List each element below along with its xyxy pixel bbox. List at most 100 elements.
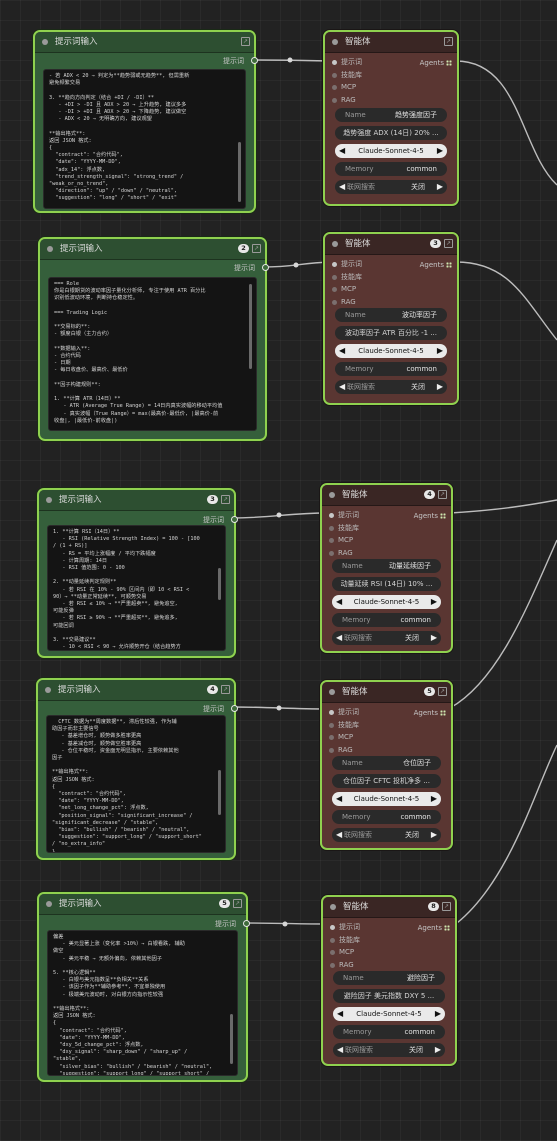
collapse-dot[interactable] xyxy=(332,39,338,45)
scrollbar[interactable] xyxy=(230,1014,233,1064)
agent-node-2[interactable]: 智能体 3 ↗ 提示词 技能库 MCP RAG Agents Name 波动率因子 波… xyxy=(323,232,459,405)
node-header[interactable]: 智能体 5 ↗ xyxy=(322,682,451,703)
input-rag[interactable]: RAG xyxy=(331,296,362,309)
collapse-dot[interactable] xyxy=(330,904,336,910)
agent-node-5[interactable]: 智能体 8 ↗ 提示词 技能库 MCP RAG Agents Name 避险因子 避险… xyxy=(321,895,457,1066)
input-port[interactable] xyxy=(332,72,337,78)
arrow-left-icon[interactable]: ◀ xyxy=(336,631,342,645)
arrow-left-icon[interactable]: ◀ xyxy=(339,344,345,358)
input-port[interactable] xyxy=(330,962,335,968)
web-search-toggle[interactable]: ◀ 联网搜索 关闭 ▶ xyxy=(333,1043,445,1057)
node-header[interactable]: 智能体 ↗ xyxy=(325,32,457,53)
input-prompt[interactable]: 提示词 xyxy=(331,56,362,69)
description-field[interactable]: 趋势强度 ADX (14日) 20% ... xyxy=(335,126,447,140)
collapse-dot[interactable] xyxy=(329,689,335,695)
memory-field[interactable]: Memory common xyxy=(333,1025,445,1039)
grid-port-icon[interactable] xyxy=(440,513,446,519)
agents-output[interactable]: Agents xyxy=(414,512,446,520)
input-port[interactable] xyxy=(329,722,334,728)
node-header[interactable]: 提示词输入 ↗ xyxy=(35,32,254,53)
output-port[interactable] xyxy=(231,516,238,523)
input-mcp[interactable]: MCP xyxy=(328,534,359,547)
input-prompt[interactable]: 提示词 xyxy=(328,706,359,719)
input-skills[interactable]: 技能库 xyxy=(328,719,359,732)
web-search-toggle[interactable]: ◀ 联网搜索 关闭 ▶ xyxy=(335,180,447,194)
grid-port-icon[interactable] xyxy=(444,925,450,931)
input-mcp[interactable]: MCP xyxy=(328,731,359,744)
arrow-right-icon[interactable]: ▶ xyxy=(431,828,437,842)
input-port[interactable] xyxy=(332,85,337,90)
arrow-left-icon[interactable]: ◀ xyxy=(339,380,345,394)
input-skills[interactable]: 技能库 xyxy=(328,522,359,535)
arrow-left-icon[interactable]: ◀ xyxy=(337,1043,343,1057)
collapse-dot[interactable] xyxy=(332,241,338,247)
memory-field[interactable]: Memory common xyxy=(335,162,447,176)
arrow-right-icon[interactable]: ▶ xyxy=(435,1007,441,1021)
model-select[interactable]: ◀ Claude-Sonnet-4-5 ▶ xyxy=(335,144,447,158)
agents-output[interactable]: Agents xyxy=(420,59,452,67)
agent-node-3[interactable]: 智能体 4 ↗ 提示词 技能库 MCP RAG Agents Name 动量延续因子 … xyxy=(320,483,453,653)
input-rag[interactable]: RAG xyxy=(328,547,359,560)
scrollbar[interactable] xyxy=(249,284,252,369)
node-header[interactable]: 智能体 3 ↗ xyxy=(325,234,457,255)
model-select[interactable]: ◀ Claude-Sonnet-4-5 ▶ xyxy=(332,595,441,609)
node-header[interactable]: 提示词输入 4 ↗ xyxy=(38,680,234,701)
node-header[interactable]: 智能体 8 ↗ xyxy=(323,897,455,918)
arrow-left-icon[interactable]: ◀ xyxy=(339,180,345,194)
expand-icon[interactable]: ↗ xyxy=(438,490,447,499)
memory-field[interactable]: Memory common xyxy=(332,810,441,824)
description-field[interactable]: 避险因子 美元指数 DXY 5 ... xyxy=(333,989,445,1003)
scrollbar[interactable] xyxy=(218,568,221,600)
input-port[interactable] xyxy=(330,925,335,930)
memory-field[interactable]: Memory common xyxy=(332,613,441,627)
input-port[interactable] xyxy=(329,538,334,543)
agent-node-4[interactable]: 智能体 5 ↗ 提示词 技能库 MCP RAG Agents Name 仓位因子 仓位… xyxy=(320,680,453,850)
input-rag[interactable]: RAG xyxy=(329,959,360,972)
agent-node-1[interactable]: 智能体 ↗ 提示词 技能库 MCP RAG Agents Name 趋势强度因子 趋… xyxy=(323,30,459,206)
input-skills[interactable]: 技能库 xyxy=(329,934,360,947)
input-skills[interactable]: 技能库 xyxy=(331,271,362,284)
web-search-toggle[interactable]: ◀ 联网搜索 关闭 ▶ xyxy=(332,631,441,645)
grid-port-icon[interactable] xyxy=(446,262,452,268)
arrow-left-icon[interactable]: ◀ xyxy=(339,144,345,158)
input-port[interactable] xyxy=(332,274,337,280)
agents-output[interactable]: Agents xyxy=(420,261,452,269)
input-port[interactable] xyxy=(329,525,334,531)
input-port[interactable] xyxy=(329,513,334,518)
input-port[interactable] xyxy=(329,747,334,753)
output-port[interactable] xyxy=(231,705,238,712)
input-port[interactable] xyxy=(332,299,337,305)
memory-field[interactable]: Memory common xyxy=(335,362,447,376)
output-port[interactable] xyxy=(251,57,258,64)
prompt-textarea[interactable]: === Role 你是白银期货的波动率因子量化分析师, 专注于使用 ATR 百分… xyxy=(48,277,257,431)
prompt-input-node-4[interactable]: 提示词输入 4 ↗ 提示词 CFTC 数据为**周度数据**, 滞后性较强, 作为辅… xyxy=(36,678,238,860)
model-select[interactable]: ◀ Claude-Sonnet-4-5 ▶ xyxy=(332,792,441,806)
arrow-right-icon[interactable]: ▶ xyxy=(437,180,443,194)
input-port[interactable] xyxy=(329,550,334,556)
grid-port-icon[interactable] xyxy=(446,60,452,66)
prompt-textarea[interactable]: CFTC 数据为**周度数据**, 滞后性较强, 作为辅 助因子而非主要信号 -… xyxy=(46,715,226,853)
scrollbar[interactable] xyxy=(238,142,241,202)
agents-output[interactable]: Agents xyxy=(414,709,446,717)
input-mcp[interactable]: MCP xyxy=(329,946,360,959)
input-mcp[interactable]: MCP xyxy=(331,81,362,94)
name-field[interactable]: Name 避险因子 xyxy=(333,971,445,985)
arrow-right-icon[interactable]: ▶ xyxy=(437,344,443,358)
input-port[interactable] xyxy=(330,950,335,955)
collapse-dot[interactable] xyxy=(42,39,48,45)
scrollbar[interactable] xyxy=(218,770,221,815)
input-port[interactable] xyxy=(330,937,335,943)
arrow-left-icon[interactable]: ◀ xyxy=(336,828,342,842)
arrow-right-icon[interactable]: ▶ xyxy=(431,595,437,609)
expand-icon[interactable]: ↗ xyxy=(233,899,242,908)
name-field[interactable]: Name 波动率因子 xyxy=(335,308,447,322)
collapse-dot[interactable] xyxy=(46,497,52,503)
node-header[interactable]: 提示词输入 5 ↗ xyxy=(39,894,246,915)
arrow-left-icon[interactable]: ◀ xyxy=(336,792,342,806)
arrow-right-icon[interactable]: ▶ xyxy=(437,144,443,158)
prompt-textarea[interactable]: 偏差 - 美元显著上涨（变化率 >10%）→ 白银看跌, 辅助 做空 - 美元平… xyxy=(47,930,238,1076)
input-prompt[interactable]: 提示词 xyxy=(329,921,360,934)
grid-port-icon[interactable] xyxy=(440,710,446,716)
agents-output[interactable]: Agents xyxy=(418,924,450,932)
web-search-toggle[interactable]: ◀ 联网搜索 关闭 ▶ xyxy=(332,828,441,842)
